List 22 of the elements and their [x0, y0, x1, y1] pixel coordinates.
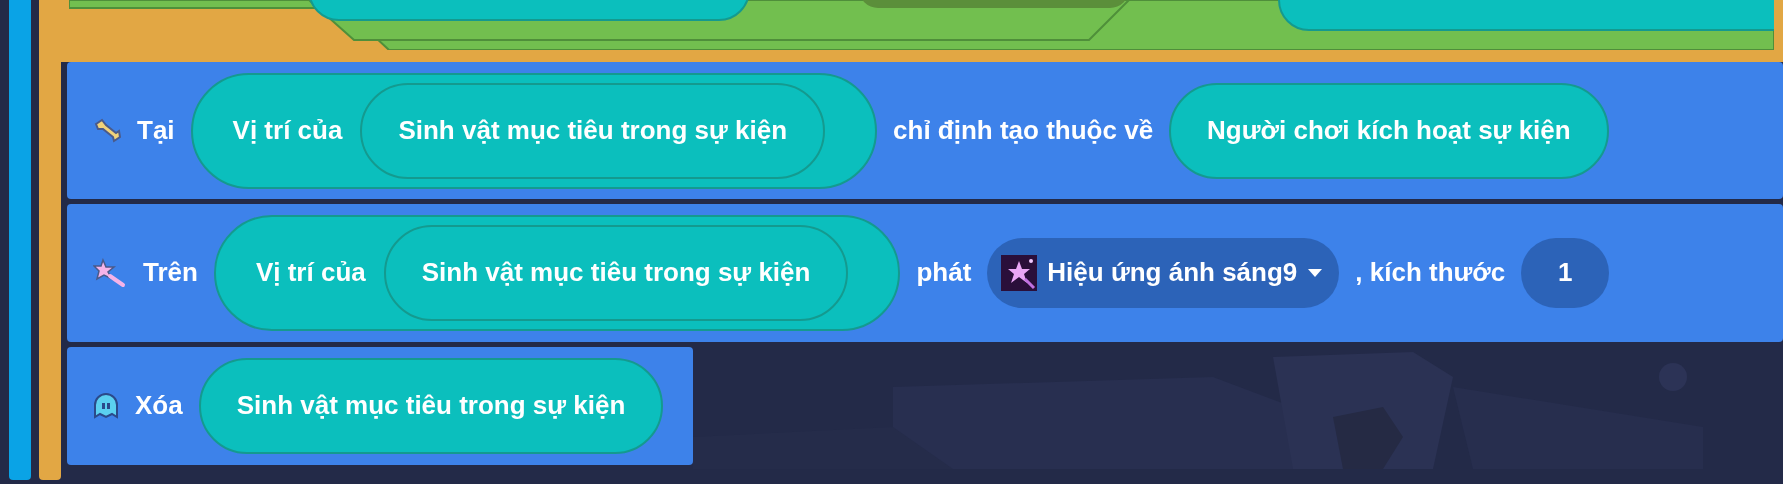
value-pill[interactable]: Người chơi kích hoạt sự kiện: [1169, 82, 1609, 179]
value-pill[interactable]: Sinh vật mục tiêu trong sự kiện: [383, 225, 849, 321]
ghost-icon: [93, 392, 119, 419]
value-pill[interactable]: Sinh vật mục tiêu trong sự kiện: [360, 82, 826, 179]
value-pill[interactable]: Vị trí của Sinh vật mục tiêu trong sự kiện: [213, 215, 901, 331]
value-pill[interactable]: Vị trí của Sinh vật mục tiêu trong sự kiện: [190, 72, 878, 189]
star-wand-icon: [93, 258, 127, 288]
wand-icon: [93, 117, 121, 144]
block-label: , kích thước: [1355, 257, 1506, 289]
dropdown-value: Hiệu ứng ánh sáng9: [1047, 257, 1298, 289]
block-label: Trên: [143, 257, 198, 289]
pill-label: Vị trí của: [255, 257, 366, 289]
block-label: Xóa: [135, 390, 183, 422]
value-pill[interactable]: Sinh vật mục tiêu trong sự kiện: [198, 357, 664, 454]
block-label: chỉ định tạo thuộc về: [893, 115, 1154, 147]
block-label: phát: [916, 257, 972, 289]
block-label: Tại: [137, 115, 175, 147]
caret-icon: [1307, 268, 1324, 278]
sparkle-thumbnail-icon: [1001, 255, 1038, 291]
number-field[interactable]: 1: [1521, 238, 1610, 308]
pill-label: Vị trí của: [232, 115, 343, 147]
effect-dropdown[interactable]: Hiệu ứng ánh sáng9: [987, 238, 1340, 308]
